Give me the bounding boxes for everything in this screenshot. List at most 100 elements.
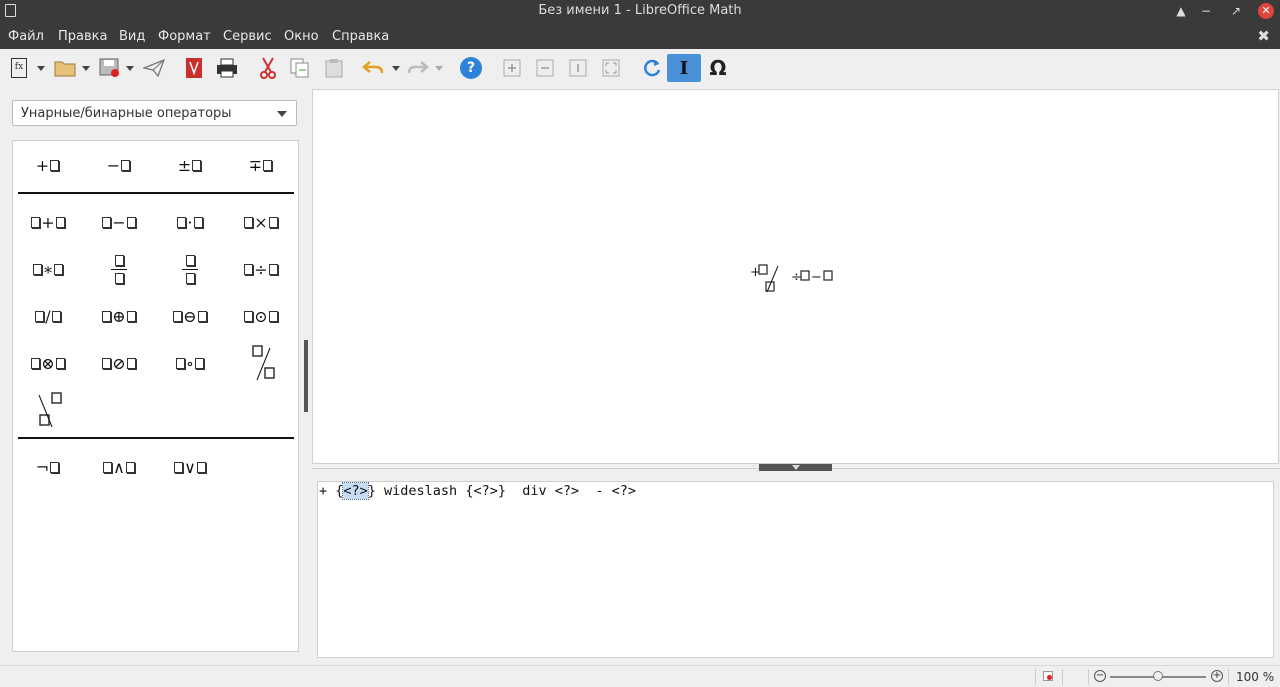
symbols-button[interactable]: Ω: [705, 54, 731, 82]
open-dropdown-icon[interactable]: [82, 66, 90, 71]
zoom-100-button[interactable]: [567, 54, 589, 82]
category-value: Унарные/бинарные операторы: [21, 106, 232, 121]
svg-text:−: −: [811, 270, 822, 285]
open-button[interactable]: [52, 54, 78, 82]
zoom-in-icon[interactable]: +: [1211, 670, 1223, 682]
menu-view[interactable]: Вид: [119, 29, 145, 44]
separator: [18, 192, 294, 194]
window-title: Без имени 1 - LibreOffice Math: [538, 3, 742, 18]
category-dropdown[interactable]: Унарные/бинарные операторы: [12, 100, 297, 126]
source-before: + {: [319, 483, 344, 499]
element-add[interactable]: +: [18, 202, 78, 242]
element-and[interactable]: ∧: [89, 447, 149, 487]
separator: [18, 437, 294, 439]
paste-button[interactable]: [322, 54, 346, 82]
menu-window[interactable]: Окно: [284, 29, 319, 44]
element-frac[interactable]: [160, 249, 220, 289]
splitter-handle[interactable]: [759, 464, 832, 471]
folder-icon: [54, 61, 76, 77]
element-widebslash[interactable]: [18, 390, 78, 430]
svg-text:÷: ÷: [791, 270, 802, 285]
element-minus-plus[interactable]: ∓: [231, 145, 291, 185]
element-divide[interactable]: ÷: [231, 249, 291, 289]
update-button[interactable]: [640, 54, 664, 82]
element-cdot[interactable]: ·: [160, 202, 220, 242]
collapse-icon: [792, 465, 800, 470]
element-circled-times[interactable]: ⊗: [18, 343, 78, 383]
zoom-slider-handle[interactable]: [1153, 671, 1163, 681]
refresh-icon: [644, 59, 661, 77]
element-circled-minus[interactable]: ⊖: [160, 296, 220, 336]
zoom-out-icon: [536, 59, 554, 77]
close-document-icon[interactable]: ✖: [1257, 27, 1270, 45]
new-dropdown-icon[interactable]: [37, 66, 45, 71]
new-formula-icon: fx: [11, 58, 27, 78]
menu-tools[interactable]: Сервис: [223, 29, 272, 44]
menu-help[interactable]: Справка: [332, 29, 389, 44]
menu-format[interactable]: Формат: [158, 29, 211, 44]
cut-button[interactable]: [256, 54, 280, 82]
maximize-button[interactable]: ↗: [1228, 3, 1244, 19]
undo-icon: [362, 61, 384, 74]
selected-placeholder[interactable]: <?>: [342, 482, 369, 500]
minimize-button[interactable]: −: [1198, 3, 1214, 19]
pdf-icon: [186, 58, 202, 78]
save-button[interactable]: [97, 54, 123, 82]
divider: [1088, 669, 1089, 685]
shade-button[interactable]: ▲: [1173, 3, 1189, 19]
text-cursor-icon: I: [679, 57, 689, 79]
element-wideslash[interactable]: [231, 343, 291, 383]
element-or[interactable]: ∨: [160, 447, 220, 487]
divider: [1062, 669, 1063, 685]
element-plus-minus[interactable]: ±: [160, 145, 220, 185]
menu-bar: Файл Правка Вид Формат Сервис Окно Справ…: [0, 22, 1280, 49]
formula-source: + {<?>} wideslash {<?>} div <?> - <?>: [319, 482, 636, 500]
paper-plane-icon: [143, 59, 165, 77]
element-circled-dot[interactable]: ⊙: [231, 296, 291, 336]
copy-button[interactable]: [288, 54, 312, 82]
element-subtract[interactable]: −: [89, 202, 149, 242]
menu-file[interactable]: Файл: [8, 29, 44, 44]
show-all-button[interactable]: [600, 54, 622, 82]
undo-button[interactable]: [360, 54, 386, 82]
help-icon: ?: [460, 57, 482, 79]
zoom-out-icon[interactable]: −: [1094, 670, 1106, 682]
print-button[interactable]: [214, 54, 240, 82]
sidebar-splitter[interactable]: [304, 340, 308, 412]
formula-view[interactable]: + ÷ −: [312, 89, 1279, 464]
copy-icon: [290, 58, 309, 78]
export-pdf-button[interactable]: [182, 54, 206, 82]
save-dropdown-icon[interactable]: [126, 66, 134, 71]
formula-editor[interactable]: + {<?>} wideslash {<?>} div <?> - <?>: [317, 481, 1274, 658]
zoom-percentage[interactable]: 100 %: [1236, 670, 1274, 684]
help-button[interactable]: ?: [458, 54, 484, 82]
element-asterisk[interactable]: ∗: [18, 249, 78, 289]
redo-dropdown-icon[interactable]: [435, 66, 443, 71]
element-times[interactable]: ×: [231, 202, 291, 242]
element-circled-slash[interactable]: ⊘: [89, 343, 149, 383]
send-button[interactable]: [141, 54, 167, 82]
redo-icon: [407, 61, 429, 74]
omega-icon: Ω: [709, 56, 727, 80]
new-formula-button[interactable]: fx: [8, 54, 30, 82]
element-minus[interactable]: −: [89, 145, 149, 185]
clipboard-icon: [325, 59, 343, 78]
formula-cursor-button[interactable]: I: [667, 54, 701, 82]
close-window-button[interactable]: ✕: [1258, 3, 1274, 19]
elements-grid: + − ± ∓ + − · × ∗ ÷ / ⊕ ⊖ ⊙ ⊗ ⊘ ∘ ¬ ∧ ∨: [12, 140, 299, 652]
undo-dropdown-icon[interactable]: [392, 66, 400, 71]
element-plus[interactable]: +: [18, 145, 78, 185]
zoom-in-button[interactable]: [501, 54, 523, 82]
rendered-formula: + ÷ −: [750, 264, 833, 293]
element-neg[interactable]: ¬: [18, 447, 78, 487]
element-slash[interactable]: /: [18, 296, 78, 336]
source-after: } wideslash {<?>} div <?> - <?>: [367, 483, 636, 499]
element-circ[interactable]: ∘: [160, 343, 220, 383]
element-circled-plus[interactable]: ⊕: [89, 296, 149, 336]
element-over[interactable]: [89, 249, 149, 289]
menu-edit[interactable]: Правка: [58, 29, 107, 44]
status-bar: − + 100 %: [0, 665, 1280, 687]
redo-button[interactable]: [405, 54, 431, 82]
zoom-out-button[interactable]: [534, 54, 556, 82]
document-modified-icon[interactable]: [1043, 671, 1053, 681]
